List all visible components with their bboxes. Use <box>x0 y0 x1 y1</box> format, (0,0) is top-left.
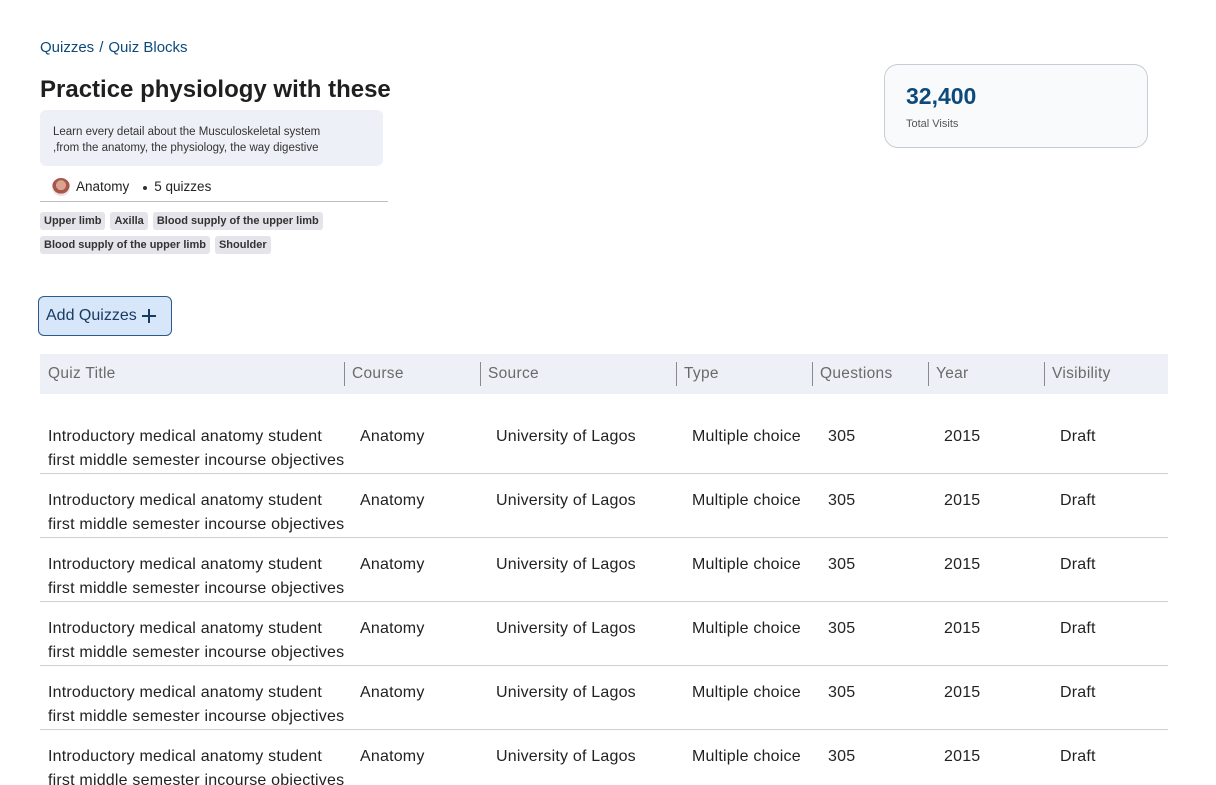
type-cell: Multiple choice <box>692 748 801 765</box>
breadcrumb: Quizzes / Quiz Blocks <box>40 39 188 56</box>
quiz-title-cell: Introductory medical anatomy student fir… <box>40 681 344 729</box>
type-cell: Multiple choice <box>692 620 801 637</box>
bullet-separator <box>143 186 148 190</box>
visibility-cell: Draft <box>1060 556 1096 573</box>
course-cell: Anatomy <box>360 556 425 573</box>
source-cell: University of Lagos <box>496 748 636 765</box>
quiz-title-cell: Introductory medical anatomy student fir… <box>40 553 344 601</box>
column-header-questions[interactable]: Questions <box>812 354 928 394</box>
tag-chip[interactable]: Blood supply of the upper limb <box>40 236 210 254</box>
tag-list: Upper limb Axilla Blood supply of the up… <box>40 212 340 254</box>
questions-cell: 305 <box>828 620 856 637</box>
year-cell: 2015 <box>944 556 981 573</box>
visibility-cell: Draft <box>1060 428 1096 445</box>
visibility-cell: Draft <box>1060 684 1096 701</box>
course-cell: Anatomy <box>360 492 425 509</box>
quiz-table: Quiz Title Course Source Type Questions … <box>40 354 1168 785</box>
year-cell: 2015 <box>944 684 981 701</box>
source-cell: University of Lagos <box>496 620 636 637</box>
type-cell: Multiple choice <box>692 428 801 445</box>
quiz-title-cell: Introductory medical anatomy student fir… <box>40 745 344 785</box>
total-visits-value: 32,400 <box>906 83 977 109</box>
visibility-cell: Draft <box>1060 492 1096 509</box>
year-cell: 2015 <box>944 428 981 445</box>
column-header-visibility[interactable]: Visibility <box>1044 354 1168 394</box>
quiz-count: 5 quizzes <box>154 179 212 194</box>
block-description: Learn every detail about the Musculoskel… <box>40 110 383 166</box>
questions-cell: 305 <box>828 684 856 701</box>
quiz-title-cell: Introductory medical anatomy student fir… <box>40 617 344 665</box>
breadcrumb-separator: / <box>99 39 104 56</box>
quiz-title-line: first middle semester incourse objective… <box>48 708 344 725</box>
course-name: Anatomy <box>76 179 130 194</box>
quiz-title-line: Introductory medical anatomy student <box>48 748 323 765</box>
column-header-source[interactable]: Source <box>480 354 676 394</box>
quiz-title-line: Introductory medical anatomy student <box>48 492 323 509</box>
year-cell: 2015 <box>944 492 981 509</box>
total-visits-label: Total Visits <box>906 118 959 130</box>
column-header-course[interactable]: Course <box>344 354 480 394</box>
tag-chip[interactable]: Upper limb <box>40 212 106 230</box>
breadcrumb-quiz-blocks[interactable]: Quiz Blocks <box>108 39 187 56</box>
plus-icon <box>141 309 156 323</box>
source-cell: University of Lagos <box>496 556 636 573</box>
quiz-title-cell: Introductory medical anatomy student fir… <box>40 489 344 537</box>
tag-chip[interactable]: Blood supply of the upper limb <box>152 212 323 230</box>
source-cell: University of Lagos <box>496 492 636 509</box>
quiz-title-line: first middle semester incourse objective… <box>48 452 344 469</box>
table-row[interactable]: Introductory medical anatomy student fir… <box>40 666 1168 730</box>
quiz-title-line: first middle semester incourse objective… <box>48 580 344 597</box>
quiz-title-line: Introductory medical anatomy student <box>48 428 323 445</box>
tag-chip[interactable]: Axilla <box>110 212 148 230</box>
course-avatar <box>52 178 70 196</box>
year-cell: 2015 <box>944 620 981 637</box>
table-row[interactable]: Introductory medical anatomy student fir… <box>40 474 1168 538</box>
quiz-block-page: Quizzes / Quiz Blocks Practice physiology … <box>0 0 1216 785</box>
questions-cell: 305 <box>828 492 856 509</box>
visibility-cell: Draft <box>1060 620 1096 637</box>
table-header: Quiz Title Course Source Type Questions … <box>40 354 1168 394</box>
total-visits-card: 32,400 Total Visits <box>884 64 1148 148</box>
table-row[interactable]: Introductory medical anatomy student fir… <box>40 602 1168 666</box>
column-header-year[interactable]: Year <box>928 354 1044 394</box>
course-cell: Anatomy <box>360 684 425 701</box>
type-cell: Multiple choice <box>692 684 801 701</box>
quiz-title-line: first middle semester incourse objective… <box>48 516 344 533</box>
description-line: ,from the anatomy, the physiology, the w… <box>53 142 319 154</box>
tag-chip[interactable]: Shoulder <box>214 236 271 254</box>
type-cell: Multiple choice <box>692 556 801 573</box>
questions-cell: 305 <box>828 748 856 765</box>
breadcrumb-quizzes[interactable]: Quizzes <box>40 39 94 56</box>
quiz-title-line: first middle semester incourse objective… <box>48 644 344 661</box>
type-cell: Multiple choice <box>692 492 801 509</box>
table-body: Introductory medical anatomy student fir… <box>40 410 1168 785</box>
quiz-title-line: first middle semester incourse objective… <box>48 772 344 785</box>
year-cell: 2015 <box>944 748 981 765</box>
quiz-title-line: Introductory medical anatomy student <box>48 620 323 637</box>
course-cell: Anatomy <box>360 428 425 445</box>
course-cell: Anatomy <box>360 620 425 637</box>
column-header-quiz-title[interactable]: Quiz Title <box>40 354 344 394</box>
table-row[interactable]: Introductory medical anatomy student fir… <box>40 730 1168 785</box>
block-meta: Anatomy 5 quizzes <box>40 178 388 202</box>
questions-cell: 305 <box>828 428 856 445</box>
add-quizzes-label: Add Quizzes <box>46 307 137 324</box>
course-cell: Anatomy <box>360 748 425 765</box>
table-row[interactable]: Introductory medical anatomy student fir… <box>40 538 1168 602</box>
quiz-title-cell: Introductory medical anatomy student fir… <box>40 425 344 473</box>
page-title: Practice physiology with these <box>40 76 391 103</box>
table-row[interactable]: Introductory medical anatomy student fir… <box>40 410 1168 474</box>
quiz-title-line: Introductory medical anatomy student <box>48 684 323 701</box>
questions-cell: 305 <box>828 556 856 573</box>
source-cell: University of Lagos <box>496 428 636 445</box>
column-header-type[interactable]: Type <box>676 354 812 394</box>
description-line: Learn every detail about the Musculoskel… <box>53 126 321 138</box>
visibility-cell: Draft <box>1060 748 1096 765</box>
source-cell: University of Lagos <box>496 684 636 701</box>
add-quizzes-button[interactable]: Add Quizzes <box>38 296 172 336</box>
quiz-title-line: Introductory medical anatomy student <box>48 556 323 573</box>
